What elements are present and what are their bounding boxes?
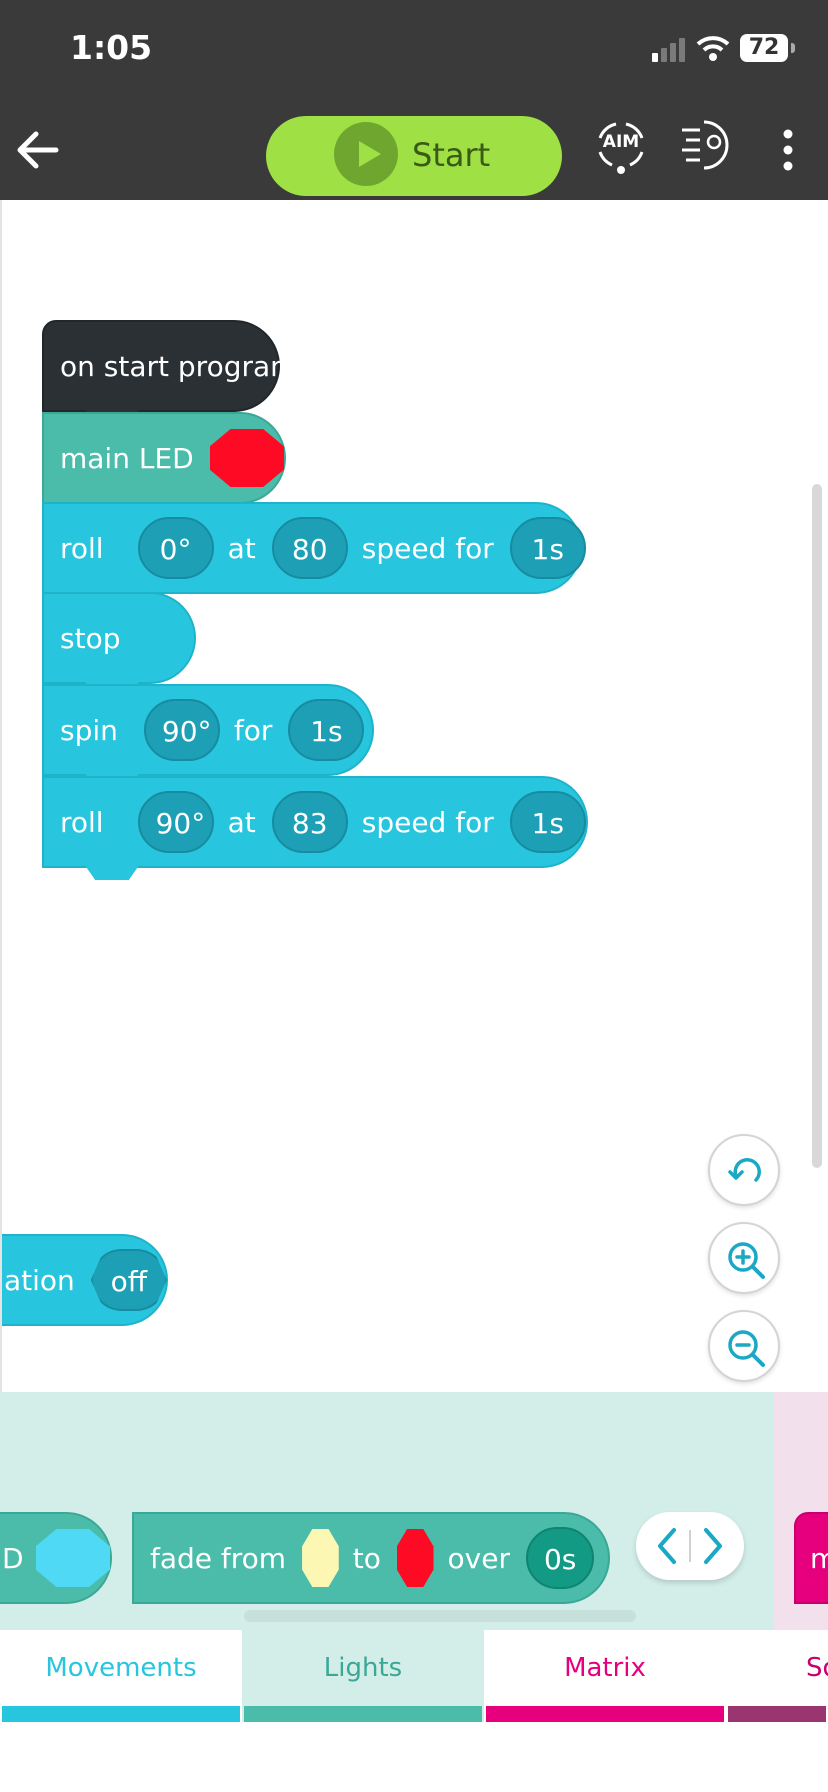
undo-button[interactable] — [708, 1134, 780, 1206]
fade-to-label: to — [352, 1541, 381, 1575]
editor-toolbar: Start AIM — [0, 100, 828, 200]
spin-label: spin — [60, 713, 118, 747]
tab-matrix-label: Matrix — [564, 1653, 646, 1683]
fade-to-color-swatch[interactable] — [396, 1529, 434, 1587]
roll-speed-for-label: speed for — [361, 805, 494, 839]
palette-nav-arrows[interactable] — [636, 1512, 744, 1580]
stray-block-toggle[interactable]: off — [90, 1249, 167, 1311]
palette-scrollbar[interactable] — [244, 1610, 636, 1622]
tab-movements-bar — [2, 1706, 240, 1722]
cellular-signal-icon — [652, 38, 685, 62]
zoom-in-button[interactable] — [708, 1222, 780, 1294]
tab-sounds-bar — [728, 1706, 826, 1722]
tab-matrix-bar — [486, 1706, 724, 1722]
fade-over-label: over — [447, 1541, 510, 1575]
roll-duration-input[interactable]: 1s — [509, 517, 586, 579]
tab-lights-label: Lights — [323, 1653, 403, 1683]
zoom-out-button[interactable] — [708, 1310, 780, 1382]
main-led-block[interactable]: main LED — [42, 412, 286, 516]
more-options-icon[interactable] — [770, 120, 806, 180]
roll-label: roll — [60, 531, 104, 565]
fade-duration-input[interactable]: 0s — [525, 1527, 594, 1589]
aim-label: AIM — [602, 132, 640, 152]
roll-at-label: at — [227, 805, 256, 839]
fade-from-label: fade from — [150, 1541, 287, 1575]
start-button[interactable]: Start — [266, 116, 562, 196]
zoom-out-icon — [728, 1330, 765, 1367]
partial-led-color-swatch[interactable] — [35, 1529, 110, 1587]
partial-led-label: D — [2, 1541, 24, 1575]
drive-icon[interactable] — [678, 114, 740, 176]
roll-label: roll — [60, 805, 104, 839]
tab-sounds-label: So — [806, 1653, 828, 1683]
stray-block-label: ation — [4, 1263, 75, 1297]
battery-indicator: 72 — [740, 34, 795, 62]
block-notch — [84, 864, 140, 880]
tab-lights-bar — [244, 1706, 482, 1722]
roll-speed-for-label: speed for — [361, 531, 494, 565]
on-start-program-label: on start program — [60, 349, 298, 383]
tab-matrix[interactable]: Matrix — [484, 1630, 726, 1722]
main-led-label: main LED — [60, 441, 194, 475]
block-palette[interactable]: D fade from to over 0s m — [0, 1392, 828, 1630]
tab-sounds[interactable]: So — [726, 1630, 828, 1722]
status-time: 1:05 — [70, 28, 153, 67]
tab-movements[interactable]: Movements — [0, 1630, 242, 1722]
stop-label: stop — [60, 621, 121, 655]
chevron-left-right-icon — [658, 1528, 722, 1564]
roll-speed-input[interactable]: 80 — [271, 517, 348, 579]
category-tabs: Movements Lights Matrix So — [0, 1630, 828, 1722]
aim-button[interactable]: AIM — [590, 114, 652, 176]
spin-duration-input[interactable]: 1s — [288, 699, 365, 761]
partial-matrix-label: m — [810, 1541, 828, 1575]
canvas-scrollbar[interactable] — [812, 484, 822, 1168]
start-label: Start — [412, 136, 491, 174]
partial-matrix-block[interactable]: m — [794, 1512, 828, 1604]
fade-block[interactable]: fade from to over 0s — [132, 1512, 610, 1604]
fade-from-color-swatch[interactable] — [302, 1529, 339, 1587]
roll-duration-input[interactable]: 1s — [509, 791, 586, 853]
tab-lights[interactable]: Lights — [242, 1630, 484, 1722]
spin-degrees-input[interactable]: 90° — [143, 699, 220, 761]
play-icon — [334, 122, 398, 186]
stop-block[interactable]: stop — [42, 592, 196, 696]
partial-led-block[interactable]: D — [0, 1512, 112, 1604]
roll-heading-input[interactable]: 0° — [137, 517, 214, 579]
roll-block-2[interactable]: roll 90° at 83 speed for 1s — [42, 776, 588, 880]
tab-movements-label: Movements — [45, 1653, 197, 1683]
on-start-program-block[interactable]: on start program — [42, 320, 297, 424]
zoom-in-icon — [728, 1242, 765, 1279]
back-arrow-icon[interactable] — [10, 122, 66, 178]
main-led-color-swatch[interactable] — [209, 429, 284, 487]
roll-speed-input[interactable]: 83 — [271, 791, 348, 853]
roll-at-label: at — [227, 531, 256, 565]
roll-heading-input[interactable]: 90° — [137, 791, 214, 853]
stray-stabilization-block[interactable]: ation off — [2, 1234, 168, 1326]
roll-block[interactable]: roll 0° at 80 speed for 1s — [42, 502, 586, 606]
status-bar: 1:05 72 — [0, 0, 828, 100]
spin-for-label: for — [233, 713, 273, 747]
spin-block[interactable]: spin 90° for 1s — [42, 684, 374, 788]
program-canvas[interactable]: on start program main LED roll 0° at 80 … — [0, 200, 828, 1392]
wifi-icon — [696, 36, 730, 61]
undo-icon — [728, 1158, 761, 1182]
